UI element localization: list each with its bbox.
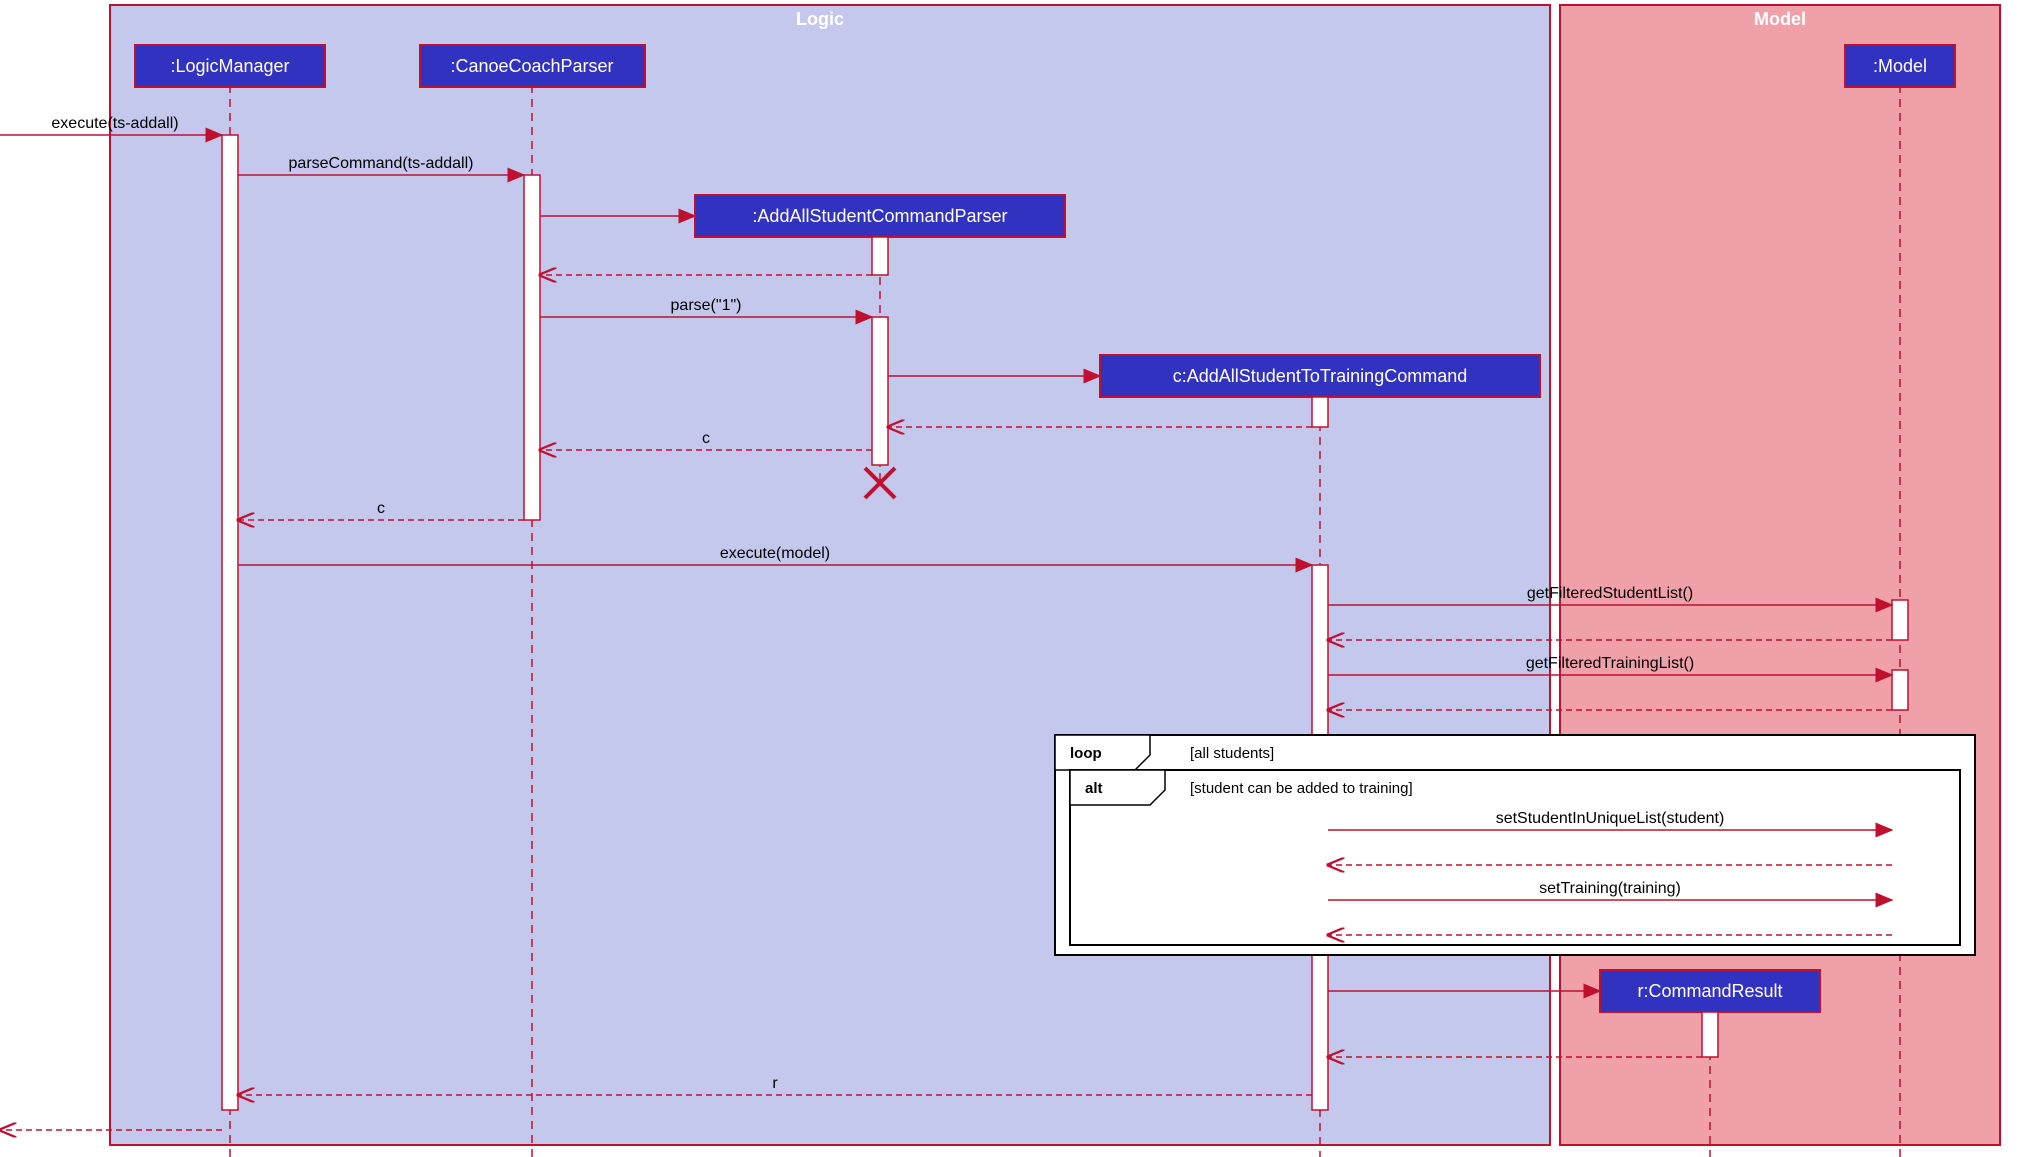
addallparser-label: :AddAllStudentCommandParser [752, 206, 1007, 226]
addallparser-activation2 [872, 317, 888, 465]
logicmanager-label: :LogicManager [170, 56, 289, 76]
addallparser-activation1 [872, 237, 888, 275]
model-activation2 [1892, 670, 1908, 710]
canoecoachparser-label: :CanoeCoachParser [450, 56, 613, 76]
model-activation1 [1892, 600, 1908, 640]
msg-getfilteredstudentlist-label: getFilteredStudentList() [1527, 585, 1693, 602]
msg-parse1-label: parse("1") [671, 297, 742, 314]
loop-frame-guard: [all students] [1190, 745, 1274, 762]
addallcommand-activation1 [1312, 397, 1328, 427]
alt-frame-label: alt [1085, 780, 1103, 797]
msg-return-c-label: c [702, 430, 710, 447]
msg-return-c2-label: c [377, 500, 385, 517]
msg-setstudent-label: setStudentInUniqueList(student) [1496, 810, 1725, 827]
commandresult-label: r:CommandResult [1637, 981, 1782, 1001]
model-region-label: Model [1754, 9, 1806, 29]
logic-region-label: Logic [796, 9, 844, 29]
msg-settraining-label: setTraining(training) [1539, 880, 1681, 897]
canoecoachparser-activation [524, 175, 540, 520]
msg-parsecommand-label: parseCommand(ts-addall) [289, 155, 474, 172]
addallcommand-label: c:AddAllStudentToTrainingCommand [1173, 366, 1468, 386]
loop-frame-label: loop [1070, 745, 1102, 762]
msg-getfilteredtraininglist-label: getFilteredTrainingList() [1526, 655, 1694, 672]
msg-return-r-label: r [772, 1075, 778, 1092]
commandresult-activation [1702, 1012, 1718, 1057]
logic-region [110, 5, 1550, 1145]
logicmanager-activation [222, 135, 238, 1110]
msg-execute-tsaddall-label: execute(ts-addall) [51, 115, 178, 132]
sequence-diagram: Logic Model :LogicManager :CanoeCoachPar… [0, 0, 2035, 1157]
model-label: :Model [1873, 56, 1927, 76]
alt-frame-guard: [student can be added to training] [1190, 780, 1413, 797]
msg-execute-model-label: execute(model) [720, 545, 830, 562]
